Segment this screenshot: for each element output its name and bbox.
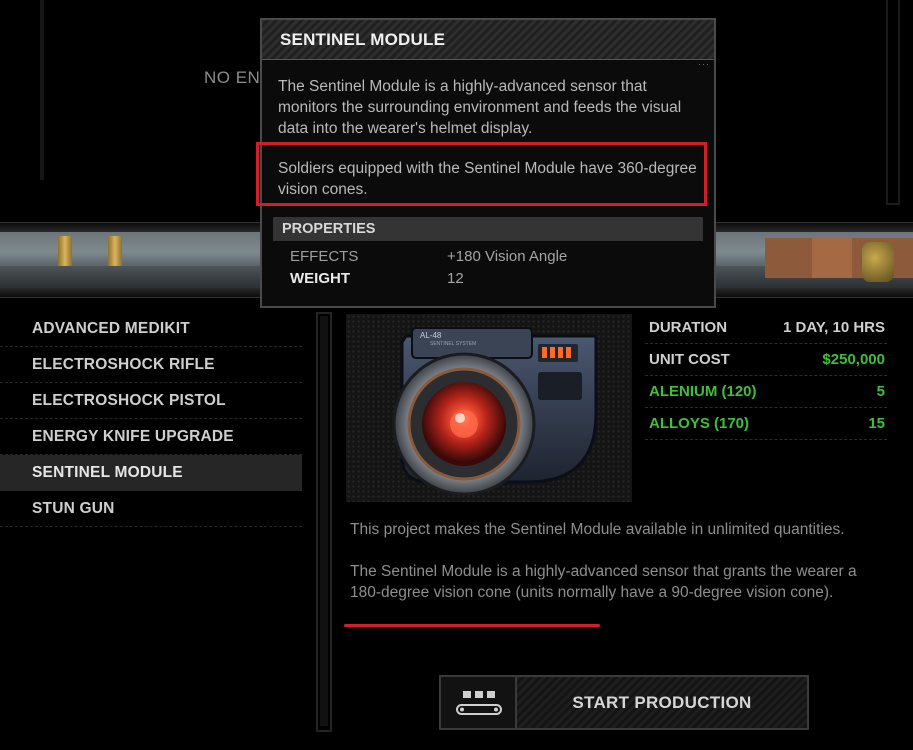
tooltip-highlight-text: Soldiers equipped with the Sentinel Modu… bbox=[278, 160, 697, 198]
property-value: 12 bbox=[447, 270, 464, 287]
stat-row-duration: DURATION 1 DAY, 10 HRS bbox=[645, 312, 887, 344]
list-item[interactable]: ELECTROSHOCK RIFLE bbox=[0, 347, 302, 383]
frame-line bbox=[40, 0, 44, 180]
red-underline-annotation bbox=[344, 624, 600, 627]
list-item[interactable]: ENERGY KNIFE UPGRADE bbox=[0, 419, 302, 455]
project-description: This project makes the Sentinel Module a… bbox=[350, 519, 880, 624]
properties-header: PROPERTIES bbox=[273, 217, 703, 241]
stat-label: DURATION bbox=[649, 319, 728, 336]
list-item[interactable]: ELECTROSHOCK PISTOL bbox=[0, 383, 302, 419]
list-item-label: ELECTROSHOCK PISTOL bbox=[32, 391, 226, 409]
scene-post bbox=[108, 236, 122, 266]
stat-value: 15 bbox=[868, 415, 885, 432]
property-row-weight: WEIGHT 12 bbox=[290, 270, 464, 287]
property-value: +180 Vision Angle bbox=[447, 248, 568, 265]
production-icon bbox=[441, 677, 517, 728]
device-model-label: AL-48 bbox=[420, 331, 442, 340]
stats-table: DURATION 1 DAY, 10 HRS UNIT COST $250,00… bbox=[645, 312, 887, 440]
frame-scrollbar bbox=[886, 0, 900, 205]
scene-post bbox=[58, 236, 72, 266]
description-paragraph: The Sentinel Module is a highly-advanced… bbox=[350, 563, 857, 601]
property-key: WEIGHT bbox=[290, 270, 350, 287]
stat-row-unit-cost: UNIT COST $250,000 bbox=[645, 344, 887, 376]
start-production-label: START PRODUCTION bbox=[517, 677, 807, 728]
tooltip-description: The Sentinel Module is a highly-advanced… bbox=[278, 78, 682, 137]
stat-label: ALLOYS (170) bbox=[649, 415, 750, 432]
property-key: EFFECTS bbox=[290, 248, 359, 265]
stat-row-alloys: ALLOYS (170) 15 bbox=[645, 408, 887, 440]
property-row-effects: EFFECTS +180 Vision Angle bbox=[290, 248, 567, 265]
stat-row-alenium: ALENIUM (120) 5 bbox=[645, 376, 887, 408]
stat-value: 1 DAY, 10 HRS bbox=[783, 319, 885, 336]
item-list: ADVANCED MEDIKIT ELECTROSHOCK RIFLE ELEC… bbox=[0, 311, 302, 527]
stat-value: 5 bbox=[876, 383, 885, 400]
list-item-label: SENTINEL MODULE bbox=[32, 463, 183, 481]
stat-label: ALENIUM (120) bbox=[649, 383, 757, 400]
list-item[interactable]: STUN GUN bbox=[0, 491, 302, 527]
tooltip-title: SENTINEL MODULE bbox=[262, 20, 714, 60]
banner-text: NO EN bbox=[204, 68, 261, 87]
description-paragraph: This project makes the Sentinel Module a… bbox=[350, 521, 845, 538]
start-production-button[interactable]: START PRODUCTION bbox=[439, 675, 809, 730]
scene-wall bbox=[812, 238, 852, 278]
list-item-label: ADVANCED MEDIKIT bbox=[32, 319, 190, 337]
stat-label: UNIT COST bbox=[649, 351, 730, 368]
list-item-label: ELECTROSHOCK RIFLE bbox=[32, 355, 215, 373]
device-sub-label: SENTINEL SYSTEM bbox=[430, 341, 476, 347]
stat-value: $250,000 bbox=[822, 351, 885, 368]
list-item[interactable]: ADVANCED MEDIKIT bbox=[0, 311, 302, 347]
scrollbar-thumb[interactable] bbox=[320, 316, 328, 726]
scrollbar[interactable] bbox=[316, 312, 332, 732]
list-item-selected[interactable]: SENTINEL MODULE bbox=[0, 455, 302, 491]
scene-pipe bbox=[862, 242, 894, 282]
list-item-label: STUN GUN bbox=[32, 499, 115, 517]
tooltip-dots: ··· bbox=[698, 59, 710, 69]
item-image: AL-48 SENTINEL SYSTEM bbox=[346, 314, 632, 502]
list-item-label: ENERGY KNIFE UPGRADE bbox=[32, 427, 234, 445]
